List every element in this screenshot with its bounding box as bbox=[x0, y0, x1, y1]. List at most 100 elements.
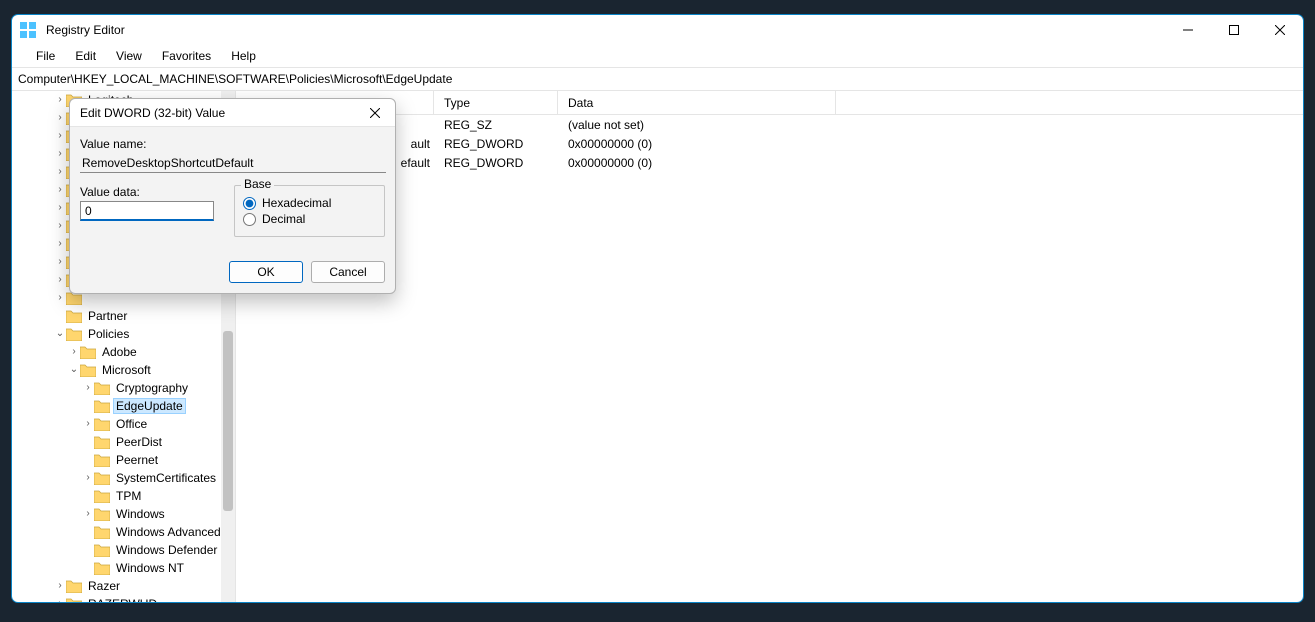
folder-icon bbox=[94, 382, 110, 395]
folder-icon bbox=[66, 580, 82, 593]
dialog-titlebar[interactable]: Edit DWORD (32-bit) Value bbox=[70, 99, 395, 127]
tree-item[interactable]: ⌄ Microsoft bbox=[12, 361, 235, 379]
expander-icon[interactable]: › bbox=[82, 508, 94, 520]
tree-item[interactable]: TPM bbox=[12, 487, 235, 505]
tree-item[interactable]: › Windows bbox=[12, 505, 235, 523]
menu-favorites[interactable]: Favorites bbox=[152, 47, 221, 65]
minimize-button[interactable] bbox=[1165, 15, 1211, 45]
list-row[interactable]: ab(Default)REG_SZ(value not set) bbox=[236, 115, 1303, 134]
address-bar[interactable]: Computer\HKEY_LOCAL_MACHINE\SOFTWARE\Pol… bbox=[12, 67, 1303, 91]
radio-hex-label: Hexadecimal bbox=[262, 196, 331, 210]
tree-label: TPM bbox=[114, 489, 143, 503]
close-button[interactable] bbox=[1257, 15, 1303, 45]
value-data: 0x00000000 (0) bbox=[558, 137, 836, 151]
expander-icon[interactable]: › bbox=[54, 274, 66, 286]
expander-icon[interactable]: ⌄ bbox=[68, 364, 80, 376]
expander-icon[interactable]: › bbox=[68, 346, 80, 358]
tree-label: Policies bbox=[86, 327, 131, 341]
folder-icon bbox=[94, 508, 110, 521]
tree-label: Peernet bbox=[114, 453, 160, 467]
expander-icon[interactable]: ⌄ bbox=[54, 328, 66, 340]
tree-label: PeerDist bbox=[114, 435, 164, 449]
expander-icon[interactable]: › bbox=[82, 382, 94, 394]
value-data-field[interactable] bbox=[80, 201, 214, 221]
tree-item[interactable]: PeerDist bbox=[12, 433, 235, 451]
value-name-field[interactable] bbox=[80, 153, 386, 173]
expander-icon[interactable]: › bbox=[54, 220, 66, 232]
radio-decimal[interactable] bbox=[243, 213, 256, 226]
tree-item[interactable]: ›RAZERWUD bbox=[12, 595, 235, 602]
dialog-title: Edit DWORD (32-bit) Value bbox=[80, 106, 225, 120]
folder-icon bbox=[94, 418, 110, 431]
value-type: REG_SZ bbox=[434, 118, 558, 132]
value-name: efault bbox=[401, 156, 434, 170]
tree-item[interactable]: Partner bbox=[12, 307, 235, 325]
expander-icon[interactable]: › bbox=[54, 256, 66, 268]
expander-icon[interactable]: › bbox=[82, 418, 94, 430]
tree-label: Office bbox=[114, 417, 149, 431]
tree-label: Windows Defender bbox=[114, 543, 219, 557]
edit-dword-dialog: Edit DWORD (32-bit) Value Value name: Va… bbox=[69, 98, 396, 294]
maximize-button[interactable] bbox=[1211, 15, 1257, 45]
window-title: Registry Editor bbox=[46, 23, 125, 37]
value-type: REG_DWORD bbox=[434, 156, 558, 170]
menubar: File Edit View Favorites Help bbox=[12, 45, 1303, 67]
expander-icon[interactable]: › bbox=[54, 238, 66, 250]
base-group: Base Hexadecimal Decimal bbox=[234, 185, 385, 237]
expander-icon[interactable]: › bbox=[54, 130, 66, 142]
list-header[interactable]: Name Type Data bbox=[236, 91, 1303, 115]
tree-item[interactable]: Windows Defender bbox=[12, 541, 235, 559]
ok-button[interactable]: OK bbox=[229, 261, 303, 283]
tree-item[interactable]: ›Cryptography bbox=[12, 379, 235, 397]
dialog-close-button[interactable] bbox=[355, 99, 395, 127]
expander-icon[interactable]: › bbox=[54, 184, 66, 196]
value-name: ault bbox=[411, 137, 434, 151]
expander-icon[interactable]: › bbox=[54, 112, 66, 124]
tree-label: Partner bbox=[86, 309, 129, 323]
tree-label: Microsoft bbox=[100, 363, 153, 377]
titlebar[interactable]: Registry Editor bbox=[12, 15, 1303, 45]
tree-label: Windows Advanced Threat Protection bbox=[114, 525, 235, 539]
list-pane[interactable]: Name Type Data ab(Default)REG_SZ(value n… bbox=[236, 91, 1303, 602]
expander-icon[interactable]: › bbox=[54, 148, 66, 160]
value-data-label: Value data: bbox=[80, 185, 214, 199]
menu-help[interactable]: Help bbox=[221, 47, 266, 65]
folder-icon bbox=[66, 328, 82, 341]
expander-icon[interactable]: › bbox=[54, 202, 66, 214]
folder-icon bbox=[66, 310, 82, 323]
folder-icon bbox=[94, 436, 110, 449]
list-row[interactable]: efaultREG_DWORD0x00000000 (0) bbox=[236, 153, 1303, 172]
radio-hexadecimal[interactable] bbox=[243, 197, 256, 210]
expander-icon[interactable]: › bbox=[54, 166, 66, 178]
expander-icon[interactable]: › bbox=[54, 598, 66, 602]
tree-item[interactable]: Peernet bbox=[12, 451, 235, 469]
tree-item[interactable]: ›SystemCertificates bbox=[12, 469, 235, 487]
col-type[interactable]: Type bbox=[434, 91, 558, 114]
tree-item[interactable]: ›Razer bbox=[12, 577, 235, 595]
tree-label: Windows NT bbox=[114, 561, 186, 575]
tree-item[interactable]: ⌄ Policies bbox=[12, 325, 235, 343]
tree-item[interactable]: Windows Advanced Threat Protection bbox=[12, 523, 235, 541]
folder-icon bbox=[94, 544, 110, 557]
list-row[interactable]: aultREG_DWORD0x00000000 (0) bbox=[236, 134, 1303, 153]
folder-icon bbox=[66, 598, 82, 603]
tree-item[interactable]: › Office bbox=[12, 415, 235, 433]
value-type: REG_DWORD bbox=[434, 137, 558, 151]
menu-view[interactable]: View bbox=[106, 47, 152, 65]
folder-icon bbox=[94, 490, 110, 503]
tree-item[interactable]: Windows NT bbox=[12, 559, 235, 577]
cancel-button[interactable]: Cancel bbox=[311, 261, 385, 283]
expander-icon[interactable]: › bbox=[82, 472, 94, 484]
col-data[interactable]: Data bbox=[558, 91, 836, 114]
tree-scroll-thumb[interactable] bbox=[223, 331, 233, 511]
menu-edit[interactable]: Edit bbox=[65, 47, 106, 65]
expander-icon[interactable]: › bbox=[54, 580, 66, 592]
tree-label: Windows bbox=[114, 507, 167, 521]
tree-item[interactable]: EdgeUpdate bbox=[12, 397, 235, 415]
tree-item[interactable]: ›Adobe bbox=[12, 343, 235, 361]
menu-file[interactable]: File bbox=[26, 47, 65, 65]
address-text: Computer\HKEY_LOCAL_MACHINE\SOFTWARE\Pol… bbox=[18, 72, 452, 86]
expander-icon[interactable]: › bbox=[54, 292, 66, 304]
base-legend: Base bbox=[241, 177, 274, 191]
expander-icon[interactable]: › bbox=[54, 94, 66, 106]
